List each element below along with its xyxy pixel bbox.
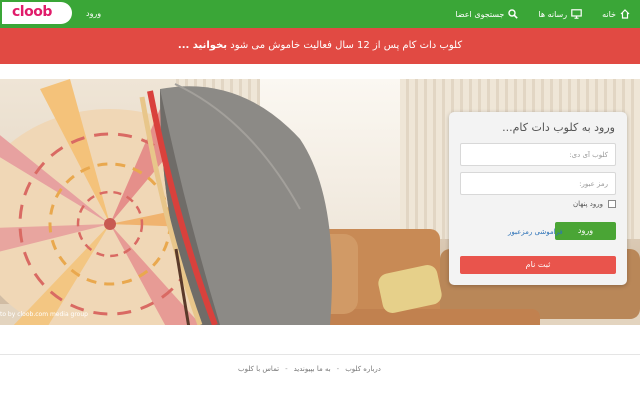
top-navigation-bar: cloob ورود خانه رسانه ها جستجوی اعضا	[0, 0, 640, 28]
banner-text: کلوب دات کام پس از 12 سال فعالیت خاموش م…	[230, 40, 463, 51]
hidden-login-checkbox[interactable]	[608, 200, 616, 208]
forgot-password-link[interactable]: فراموشی رمزعبور	[508, 228, 563, 236]
login-title: ورود به کلوب دات کام...	[502, 121, 615, 134]
header-login-link[interactable]: ورود	[86, 9, 101, 18]
footer-separator: -	[285, 365, 288, 373]
hidden-login-label: ورود پنهان	[572, 200, 603, 208]
main-nav: خانه رسانه ها جستجوی اعضا	[445, 0, 640, 28]
footer-link-join[interactable]: به ما بپیوندید	[294, 365, 331, 373]
home-icon	[620, 9, 630, 19]
umbrella-illustration	[0, 79, 332, 325]
register-button[interactable]: ثبت نام	[460, 256, 616, 274]
search-icon	[508, 9, 519, 19]
login-card: ورود به کلوب دات کام... ورود پنهان ورود …	[449, 112, 627, 285]
logo-text: cloob	[12, 4, 52, 20]
nav-label-member-search: جستجوی اعضا	[455, 9, 505, 19]
login-button[interactable]: ورود	[555, 222, 616, 240]
monitor-icon	[571, 9, 582, 19]
banner-read-more-link[interactable]: بخوانید ...	[178, 40, 227, 51]
shutdown-notice-banner: کلوب دات کام پس از 12 سال فعالیت خاموش م…	[0, 28, 640, 64]
nav-item-home[interactable]: خانه	[592, 0, 640, 28]
footer-divider	[0, 354, 640, 355]
nav-label-home: خانه	[602, 9, 616, 19]
cloob-logo[interactable]: cloob	[2, 2, 72, 24]
footer-separator: -	[336, 365, 340, 373]
cloob-id-input[interactable]	[460, 143, 616, 166]
nav-item-media[interactable]: رسانه ها	[528, 0, 592, 28]
nav-label-media: رسانه ها	[538, 9, 568, 19]
photo-credit: to by cloob.com media group	[0, 311, 88, 318]
footer-link-contact[interactable]: تماس با کلوب	[238, 365, 279, 373]
password-input[interactable]	[460, 172, 616, 195]
nav-item-member-search[interactable]: جستجوی اعضا	[445, 0, 528, 28]
footer-links: درباره کلوب - به ما بپیوندید - تماس با ک…	[238, 365, 381, 373]
footer-link-about[interactable]: درباره کلوب	[345, 365, 381, 373]
hidden-login-option[interactable]: ورود پنهان	[573, 200, 616, 208]
